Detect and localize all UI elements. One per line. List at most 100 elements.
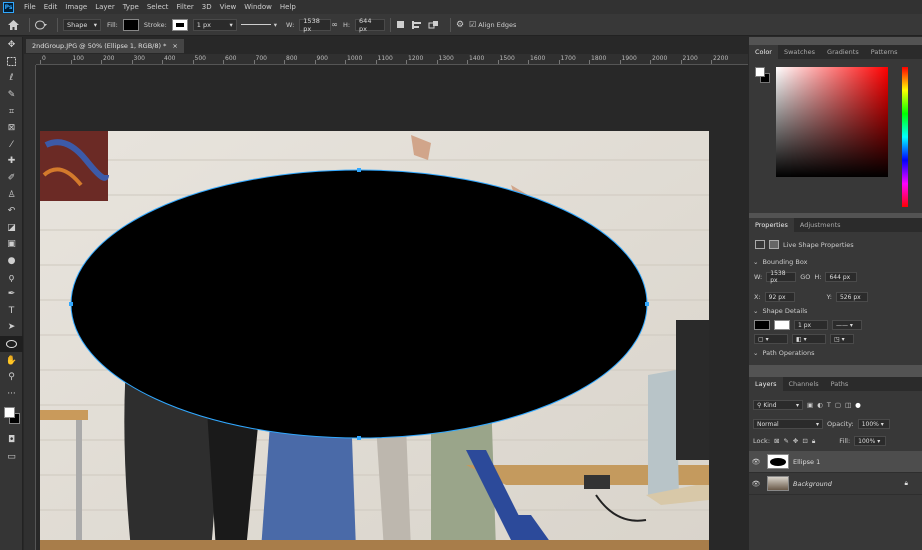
tab-gradients[interactable]: Gradients [821, 45, 865, 59]
menu-help[interactable]: Help [276, 3, 300, 11]
filter-smart-object-icon[interactable]: ◫ [845, 401, 851, 409]
ellipse-shape[interactable] [70, 169, 648, 439]
path-selection-tool-icon[interactable]: ➤ [0, 319, 23, 336]
ellipse-anchor-top[interactable] [357, 168, 361, 172]
healing-brush-tool-icon[interactable]: ✚ [0, 153, 23, 170]
zoom-tool-icon[interactable]: ⚲ [0, 369, 23, 386]
move-tool-icon[interactable]: ✥ [0, 37, 23, 54]
lock-image-icon[interactable]: ✎ [783, 437, 788, 445]
ellipse-tool-icon[interactable] [0, 335, 23, 353]
more-tools-icon[interactable]: ··· [0, 385, 23, 402]
color-swatches[interactable] [0, 402, 23, 432]
settings-gear-icon[interactable]: ⚙ [456, 18, 464, 32]
path-operations-header[interactable]: ⌄ Path Operations [753, 349, 815, 357]
prop-y-field[interactable]: 526 px [835, 292, 868, 302]
filter-adjustment-icon[interactable]: ◐ [817, 401, 823, 409]
canvas-area[interactable] [36, 65, 748, 550]
gradient-tool-icon[interactable]: ▣ [0, 236, 23, 253]
document-tab[interactable]: 2ndGroup.JPG @ 50% (Ellipse 1, RGB/8) * … [26, 39, 184, 53]
menu-view[interactable]: View [216, 3, 241, 11]
shape-details-header[interactable]: ⌄ Shape Details [753, 307, 807, 315]
quick-selection-tool-icon[interactable]: ✎ [0, 87, 23, 104]
stroke-caps-dropdown[interactable]: ◧ ▾ [792, 334, 826, 344]
menu-edit[interactable]: Edit [40, 3, 62, 11]
foreground-color-swatch[interactable] [4, 407, 15, 419]
hand-tool-icon[interactable]: ✋ [0, 352, 23, 369]
height-field[interactable]: 644 px [355, 17, 386, 33]
frame-tool-icon[interactable]: ⊠ [0, 120, 23, 137]
eraser-tool-icon[interactable]: ◪ [0, 220, 23, 237]
filter-shape-icon[interactable]: ▢ [835, 401, 841, 409]
filter-toggle-icon[interactable]: ● [855, 401, 861, 409]
prop-x-field[interactable]: 92 px [764, 292, 795, 302]
stroke-corners-dropdown[interactable]: ◳ ▾ [830, 334, 854, 344]
lock-position-icon[interactable]: ✥ [793, 437, 798, 445]
menu-file[interactable]: File [20, 3, 40, 11]
tool-preset-picker[interactable] [35, 18, 47, 32]
lock-all-icon[interactable]: 🔒︎ [812, 437, 815, 446]
filter-type-icon[interactable]: T [827, 401, 831, 409]
menu-filter[interactable]: Filter [172, 3, 197, 11]
layer-row-ellipse[interactable]: 👁︎ Ellipse 1 [749, 451, 922, 473]
tab-color[interactable]: Color [749, 45, 778, 59]
eyedropper-tool-icon[interactable]: ⁄ [0, 137, 23, 154]
tab-swatches[interactable]: Swatches [778, 45, 821, 59]
tab-patterns[interactable]: Patterns [865, 45, 904, 59]
stroke-type-dropdown[interactable]: ▾ [240, 18, 277, 32]
prop-link-label[interactable]: GO [800, 273, 810, 281]
layer-kind-filter[interactable]: ⚲ Kind ▾ [753, 400, 803, 410]
screen-mode-icon[interactable]: ▭ [0, 449, 23, 466]
history-brush-tool-icon[interactable]: ↶ [0, 203, 23, 220]
document-canvas[interactable] [36, 65, 748, 550]
ellipse-anchor-bottom[interactable] [357, 436, 361, 440]
path-alignment-icon[interactable] [411, 18, 423, 32]
shape-mode-select[interactable]: Shape ▾ [63, 18, 101, 31]
type-tool-icon[interactable]: T [0, 303, 23, 320]
path-arrangement-icon[interactable] [428, 18, 440, 32]
tab-channels[interactable]: Channels [783, 377, 825, 391]
tab-paths[interactable]: Paths [825, 377, 855, 391]
blur-tool-icon[interactable]: ● [0, 253, 23, 270]
prop-width-field[interactable]: 1538 px [766, 270, 797, 284]
width-field[interactable]: 1538 px [299, 17, 332, 33]
opacity-field[interactable]: 100% ▾ [857, 419, 890, 429]
menu-3d[interactable]: 3D [198, 3, 216, 11]
pen-tool-icon[interactable]: ✒ [0, 286, 23, 303]
blend-mode-select[interactable]: Normal ▾ [753, 419, 823, 429]
menu-window[interactable]: Window [240, 3, 276, 11]
filter-pixel-icon[interactable]: ▣ [807, 401, 813, 409]
tab-properties[interactable]: Properties [749, 218, 794, 232]
ellipse-anchor-right[interactable] [645, 302, 649, 306]
dodge-tool-icon[interactable]: ϙ [0, 269, 23, 286]
quick-mask-icon[interactable]: ◘ [0, 432, 23, 449]
prop-fill-swatch[interactable] [754, 320, 770, 330]
ellipse-anchor-left[interactable] [69, 302, 73, 306]
brush-tool-icon[interactable]: ✐ [0, 170, 23, 187]
marquee-tool-icon[interactable] [0, 54, 23, 71]
stroke-align-dropdown[interactable]: ▢ ▾ [754, 334, 788, 344]
layer-row-background[interactable]: 👁︎ Background 🔒︎ [749, 473, 922, 495]
menu-layer[interactable]: Layer [91, 3, 119, 11]
crop-tool-icon[interactable]: ⌗ [0, 103, 23, 120]
tab-layers[interactable]: Layers [749, 377, 783, 391]
ellipse-shape-layer[interactable] [69, 168, 649, 440]
home-icon[interactable] [8, 18, 19, 32]
lock-artboard-icon[interactable]: ⊡ [802, 437, 807, 445]
lock-transparent-icon[interactable]: ⊠ [774, 437, 779, 445]
tab-adjustments[interactable]: Adjustments [794, 218, 847, 232]
menu-select[interactable]: Select [143, 3, 173, 11]
visibility-eye-icon[interactable]: 👁︎ [749, 458, 763, 466]
close-tab-icon[interactable]: × [172, 42, 177, 50]
prop-stroke-swatch[interactable] [774, 320, 790, 330]
stroke-width-field[interactable]: 1 px ▾ [192, 18, 237, 31]
lasso-tool-icon[interactable]: ℓ [0, 70, 23, 87]
link-icon[interactable]: ∞ [331, 18, 338, 32]
clone-stamp-tool-icon[interactable]: ♙ [0, 186, 23, 203]
menu-type[interactable]: Type [119, 3, 143, 11]
path-operations-icon[interactable] [396, 18, 406, 32]
bounding-box-header[interactable]: ⌄ Bounding Box [753, 258, 807, 266]
align-edges-checkbox[interactable]: ☑ Align Edges [469, 18, 516, 32]
stroke-swatch[interactable] [171, 18, 188, 31]
layer-fill-field[interactable]: 100% ▾ [854, 436, 887, 446]
prop-stroke-width-field[interactable]: 1 px [794, 320, 828, 330]
